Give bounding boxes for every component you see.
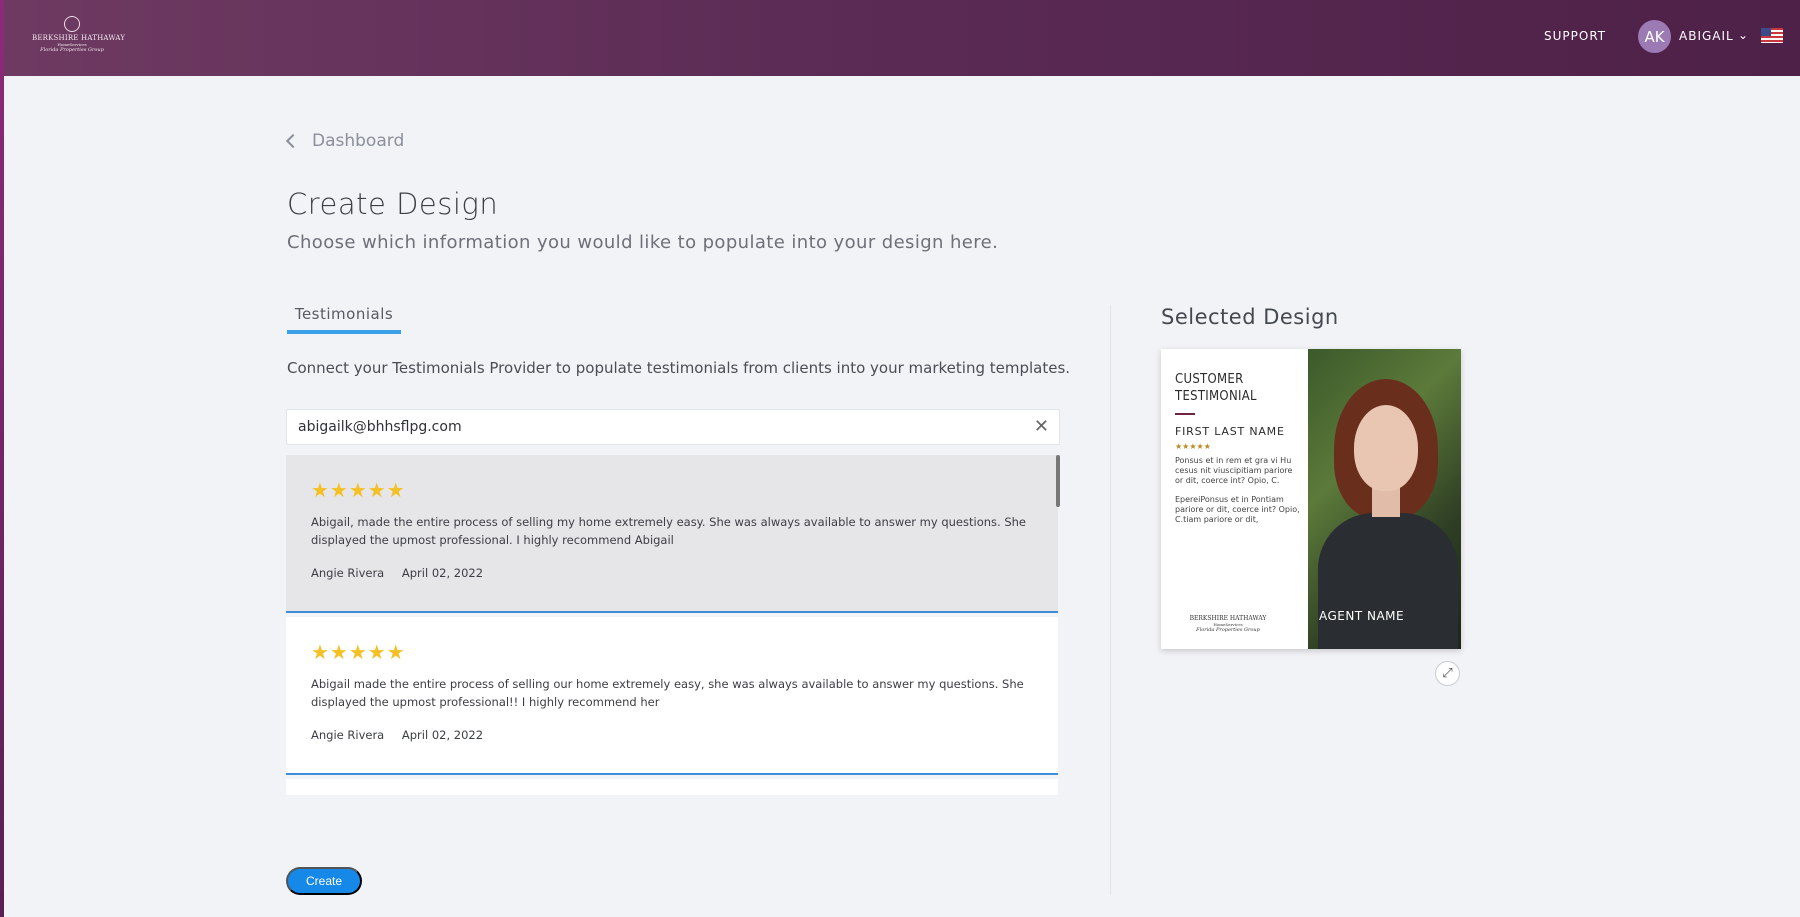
- support-link[interactable]: SUPPORT: [1544, 29, 1606, 43]
- page-title: Create Design: [287, 187, 499, 221]
- expand-icon[interactable]: ⤢: [1435, 661, 1460, 686]
- left-accent-bar: [0, 0, 4, 917]
- testimonial-date: April 02, 2022: [401, 566, 484, 580]
- email-search-field[interactable]: abigailk@bhhsflpg.com ✕: [286, 409, 1060, 445]
- design-agent-name: AGENT NAME: [1319, 609, 1405, 623]
- rating-stars: ★★★★★: [311, 640, 406, 664]
- close-icon[interactable]: ✕: [1034, 416, 1049, 437]
- us-flag-icon[interactable]: [1761, 28, 1783, 43]
- logo-seal-icon: [64, 16, 80, 32]
- tab-testimonials[interactable]: Testimonials: [287, 305, 401, 334]
- testimonial-text: Abigail, made the entire process of sell…: [311, 515, 1026, 547]
- testimonial-date: April 02, 2022: [401, 728, 484, 742]
- create-button[interactable]: Create: [286, 867, 362, 895]
- column-divider: [1110, 305, 1111, 895]
- top-header: BERKSHIRE HATHAWAY HomeServices Florida …: [4, 0, 1800, 76]
- design-body-2: EpereiPonsus et in Pontiam pariore or di…: [1175, 495, 1300, 524]
- user-menu-name[interactable]: ABIGAIL: [1679, 29, 1734, 43]
- search-input[interactable]: abigailk@bhhsflpg.com: [298, 419, 462, 435]
- chevron-left-icon: [285, 133, 301, 149]
- design-heading-line2: TESTIMONIAL: [1175, 389, 1257, 404]
- agent-photo: AGENT NAME: [1308, 349, 1461, 649]
- design-heading-line1: CUSTOMER: [1175, 372, 1244, 387]
- brand-logo[interactable]: BERKSHIRE HATHAWAY HomeServices Florida …: [32, 16, 125, 56]
- design-brand-logo: BERKSHIRE HATHAWAY HomeServices Florida …: [1189, 615, 1267, 633]
- selected-design-title: Selected Design: [1161, 305, 1339, 329]
- rating-stars: ★★★★★: [311, 478, 406, 502]
- testimonial-text: Abigail made the entire process of selli…: [311, 677, 1024, 709]
- design-body-1: Ponsus et in rem et gra vi Hu cesus nit …: [1175, 456, 1293, 485]
- page-subtitle: Choose which information you would like …: [287, 232, 999, 253]
- breadcrumb: Dashboard: [312, 131, 405, 151]
- testimonial-card[interactable]: ★★★★★ Abigail, made the entire process o…: [286, 455, 1058, 613]
- avatar[interactable]: AK: [1638, 20, 1671, 53]
- list-scrollbar[interactable]: [1056, 455, 1060, 507]
- testimonial-card[interactable]: [286, 779, 1058, 795]
- chevron-down-icon[interactable]: ⌄: [1738, 28, 1748, 42]
- back-to-dashboard-link[interactable]: Dashboard: [285, 131, 405, 151]
- testimonials-description: Connect your Testimonials Provider to po…: [287, 359, 1071, 377]
- testimonial-card[interactable]: ★★★★★ Abigail made the entire process of…: [286, 617, 1058, 775]
- design-stars: ★★★★★: [1175, 442, 1211, 451]
- design-client-name: FIRST LAST NAME: [1175, 425, 1285, 438]
- testimonial-list[interactable]: ★★★★★ Abigail, made the entire process o…: [286, 455, 1058, 795]
- testimonial-author: Angie Rivera: [311, 566, 385, 580]
- testimonial-author: Angie Rivera: [311, 728, 385, 742]
- design-divider: [1175, 413, 1195, 415]
- design-preview[interactable]: CUSTOMER TESTIMONIAL FIRST LAST NAME ★★★…: [1161, 349, 1461, 649]
